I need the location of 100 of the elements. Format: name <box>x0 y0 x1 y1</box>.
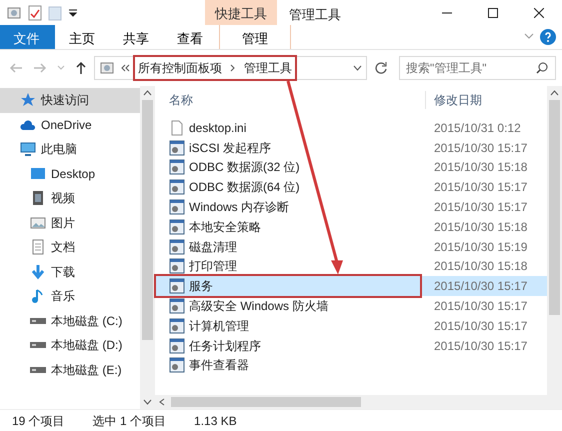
file-name: ODBC 数据源(64 位) <box>189 179 300 196</box>
file-name: 磁盘清理 <box>189 238 237 256</box>
file-name: 任务计划程序 <box>189 338 261 355</box>
file-name: desktop.ini <box>189 120 246 137</box>
file-row[interactable]: 事件查看器 <box>155 356 547 376</box>
sidebar-item[interactable]: Desktop <box>0 162 140 186</box>
tool-window-icon <box>169 179 185 196</box>
overflow-chevron-icon <box>121 64 130 72</box>
sidebar-item[interactable]: 图片 <box>0 210 140 235</box>
forward-arrow-icon <box>33 62 47 74</box>
file-name: 本地安全策略 <box>189 218 261 236</box>
tool-window-icon <box>169 298 185 314</box>
tool-window-icon <box>169 238 185 255</box>
sidebar-item[interactable]: 本地磁盘 (D:) <box>0 333 140 358</box>
sidebar-item[interactable]: 视频 <box>0 186 140 210</box>
column-header[interactable]: 名称 <box>169 91 425 109</box>
tool-window-icon <box>169 278 185 294</box>
help-icon <box>540 29 556 45</box>
breadcrumb-item[interactable]: 所有控制面板项 <box>136 58 224 78</box>
file-name: 计算机管理 <box>189 318 249 335</box>
status-text: 选中 1 个项目 <box>92 412 166 430</box>
properties-icon <box>28 4 42 20</box>
drive-icon <box>30 366 46 373</box>
tool-window-icon <box>169 159 185 176</box>
sidebar-item[interactable]: 此电脑 <box>0 137 140 162</box>
status-text: 1.13 KB <box>194 412 237 430</box>
desktop-icon <box>30 166 46 182</box>
file-row[interactable]: 磁盘清理 2015/10/30 15:19 <box>155 236 547 257</box>
modified-date: 2015/10/31 0:12 <box>433 120 521 137</box>
file-row[interactable]: desktop.ini 2015/10/31 0:12 <box>155 118 547 138</box>
file-row[interactable]: 本地安全策略 2015/10/30 15:18 <box>155 216 547 237</box>
breadcrumb-item[interactable]: 管理工具 <box>242 58 294 78</box>
file-row[interactable]: 任务计划程序 2015/10/30 15:17 <box>155 336 547 356</box>
file-name: iSCSI 发起程序 <box>189 140 272 157</box>
modified-date: 2015/10/30 15:17 <box>433 179 528 196</box>
modified-date: 2015/10/30 15:18 <box>433 159 528 176</box>
file-row[interactable]: ODBC 数据源(32 位) 2015/10/30 15:18 <box>155 158 547 178</box>
address-bar[interactable]: 所有控制面板项 管理工具 <box>94 56 367 80</box>
file-name: 事件查看器 <box>189 357 249 374</box>
sidebar-item[interactable]: 本地磁盘 (C:) <box>0 308 140 333</box>
caret-icon <box>57 65 65 71</box>
file-row[interactable]: 服务 2015/10/30 15:17 <box>155 276 547 296</box>
sidebar-item[interactable]: 音乐 <box>0 284 140 308</box>
modified-date: 2015/10/30 15:17 <box>433 140 528 157</box>
back-arrow-icon <box>9 62 23 74</box>
modified-date: 2015/10/30 15:19 <box>433 238 528 256</box>
drive-icon <box>30 342 46 348</box>
film-icon <box>30 190 46 206</box>
search-icon <box>536 62 548 74</box>
star-icon <box>20 92 36 108</box>
context-tab-group-label: 快捷工具 <box>205 0 277 25</box>
control-panel-icon <box>99 60 115 76</box>
status-text: 19 个项目 <box>12 412 65 430</box>
file-row[interactable]: ODBC 数据源(64 位) 2015/10/30 15:17 <box>155 177 547 198</box>
ribbon-tab[interactable]: 查看 <box>163 25 217 49</box>
sidebar-item[interactable]: 文档 <box>0 235 140 260</box>
folder-icon <box>48 4 62 20</box>
modified-date: 2015/10/30 15:17 <box>433 318 528 335</box>
file-name: 打印管理 <box>189 258 237 276</box>
picture-icon <box>30 214 46 231</box>
modified-date: 2015/10/30 15:18 <box>433 258 528 276</box>
column-header[interactable]: 修改日期 <box>425 91 482 109</box>
separator-chevron-icon <box>230 64 236 72</box>
tool-window-icon <box>169 258 185 274</box>
refresh-icon <box>374 61 388 75</box>
modified-date: 2015/10/30 15:18 <box>433 218 528 236</box>
file-name: Windows 内存诊断 <box>189 199 290 216</box>
tool-window-icon <box>169 140 185 156</box>
file-row[interactable]: 计算机管理 2015/10/30 15:17 <box>155 316 547 336</box>
ribbon-tab[interactable]: 主页 <box>55 25 109 49</box>
search-field[interactable]: 搜索"管理工具" <box>399 56 556 80</box>
tool-window-icon <box>169 218 185 235</box>
file-row[interactable]: 高级安全 Windows 防火墙 2015/10/30 15:17 <box>155 296 547 316</box>
sidebar-item[interactable]: 下载 <box>0 260 140 284</box>
monitor-icon <box>20 141 36 158</box>
scrollbar[interactable] <box>140 86 155 409</box>
file-row[interactable]: Windows 内存诊断 2015/10/30 15:17 <box>155 197 547 217</box>
chevron-icon <box>524 33 534 41</box>
sidebar-item[interactable]: OneDrive <box>0 112 140 137</box>
modified-date: 2015/10/30 15:17 <box>433 199 528 216</box>
modified-date: 2015/10/30 15:17 <box>433 298 528 316</box>
tool-window-icon <box>169 199 185 216</box>
file-row[interactable]: 打印管理 2015/10/30 15:18 <box>155 256 547 276</box>
document-icon <box>169 120 185 136</box>
tool-window-icon <box>169 338 185 354</box>
modified-date: 2015/10/30 15:17 <box>433 338 528 355</box>
sidebar-item[interactable]: 本地磁盘 (E:) <box>0 358 140 382</box>
ribbon-tab[interactable]: 共享 <box>109 25 163 49</box>
ribbon-tab[interactable]: 管理 <box>219 25 291 49</box>
dropdown-icon <box>68 8 78 18</box>
dropdown-chevron-icon <box>353 65 362 71</box>
ribbon-tab[interactable]: 文件 <box>0 25 55 49</box>
drive-icon <box>30 318 46 324</box>
file-name: 服务 <box>189 278 213 296</box>
modified-date: 2015/10/30 15:17 <box>433 278 528 296</box>
file-row[interactable]: iSCSI 发起程序 2015/10/30 15:17 <box>155 138 547 158</box>
tool-window-icon <box>169 318 185 334</box>
sidebar-item[interactable]: 快速访问 <box>0 88 140 112</box>
scrollbar[interactable] <box>547 86 562 409</box>
window-title: 管理工具 <box>288 6 342 24</box>
